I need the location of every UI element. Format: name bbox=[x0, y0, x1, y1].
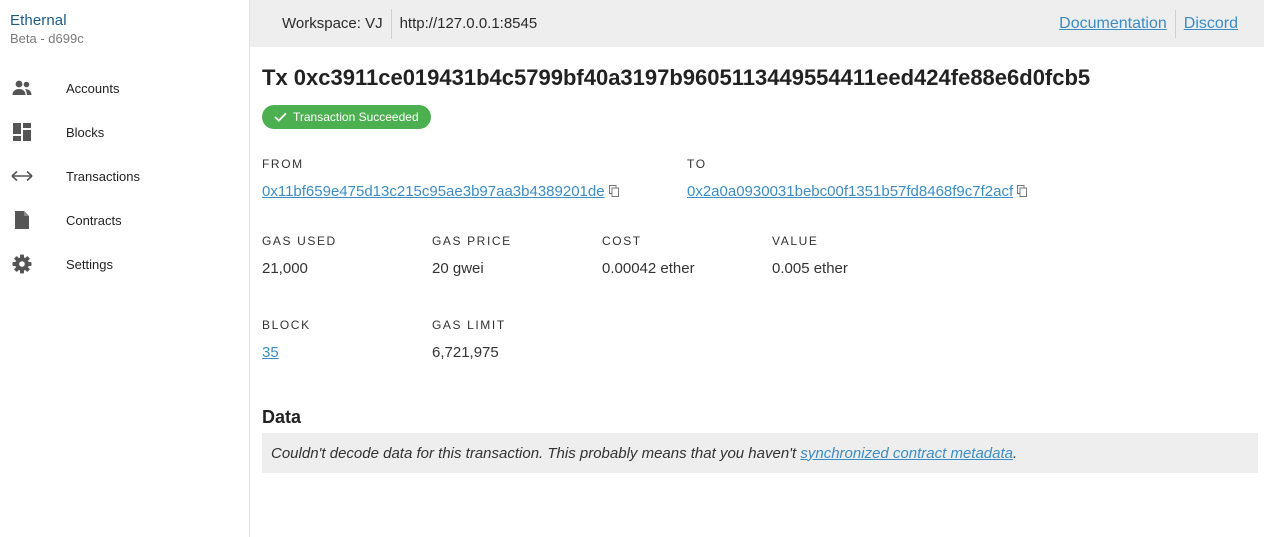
sidebar-item-contracts[interactable]: Contracts bbox=[0, 198, 249, 242]
check-icon bbox=[274, 112, 287, 122]
to-address-link[interactable]: 0x2a0a0930031bebc00f1351b57fd8468f9c7f2a… bbox=[687, 183, 1013, 200]
sync-metadata-link[interactable]: synchronized contract metadata bbox=[800, 445, 1013, 462]
to-field: 0x2a0a0930031bebc00f1351b57fd8468f9c7f2a… bbox=[687, 183, 1028, 201]
data-message-suffix: . bbox=[1013, 444, 1018, 462]
divider bbox=[390, 8, 392, 39]
dashboard-icon bbox=[11, 121, 33, 143]
cost-label: COST bbox=[602, 234, 642, 248]
sidebar-item-settings[interactable]: Settings bbox=[0, 242, 249, 286]
block-label: BLOCK bbox=[262, 318, 311, 332]
sidebar: Ethernal Beta - d699c Accounts Blocks Tr… bbox=[0, 0, 250, 537]
top-bar: Workspace: VJ http://127.0.0.1:8545 Docu… bbox=[250, 0, 1264, 47]
cost-value: 0.00042 ether bbox=[602, 260, 695, 277]
data-message-box: Couldn't decode data for this transactio… bbox=[262, 433, 1258, 473]
data-section-title: Data bbox=[262, 407, 302, 427]
discord-link[interactable]: Discord bbox=[1184, 15, 1238, 33]
app-name[interactable]: Ethernal bbox=[10, 12, 84, 29]
swap-arrows-icon bbox=[11, 165, 33, 187]
file-icon bbox=[11, 209, 33, 231]
sidebar-item-label: Blocks bbox=[66, 124, 105, 140]
from-field: 0x11bf659e475d13c215c95ae3b97aa3b4389201… bbox=[262, 183, 619, 201]
to-label: TO bbox=[687, 157, 707, 171]
data-message-text: Couldn't decode data for this transactio… bbox=[271, 444, 801, 462]
copy-icon[interactable] bbox=[608, 184, 619, 201]
from-address-link[interactable]: 0x11bf659e475d13c215c95ae3b97aa3b4389201… bbox=[262, 183, 605, 200]
page-title: Tx 0xc3911ce019431b4c5799bf40a3197b96051… bbox=[262, 65, 1091, 90]
status-badge: Transaction Succeeded bbox=[262, 105, 431, 129]
gas-limit-value: 6,721,975 bbox=[432, 344, 499, 361]
value-value: 0.005 ether bbox=[772, 260, 848, 277]
documentation-link[interactable]: Documentation bbox=[1059, 15, 1167, 33]
from-label: FROM bbox=[262, 157, 304, 171]
workspace-label[interactable]: Workspace: VJ bbox=[282, 9, 391, 39]
gas-price-label: GAS PRICE bbox=[432, 234, 512, 248]
gas-limit-label: GAS LIMIT bbox=[432, 318, 506, 332]
people-icon bbox=[11, 77, 33, 99]
sidebar-item-label: Contracts bbox=[66, 212, 122, 228]
sidebar-item-label: Settings bbox=[66, 256, 113, 272]
rpc-url: http://127.0.0.1:8545 bbox=[399, 15, 538, 32]
gas-price-value: 20 gwei bbox=[432, 260, 484, 277]
data-message: Couldn't decode data for this transactio… bbox=[271, 445, 1017, 462]
copy-icon[interactable] bbox=[1017, 184, 1028, 201]
sidebar-item-label: Transactions bbox=[66, 168, 140, 184]
app-version: Beta - d699c bbox=[10, 31, 84, 46]
gas-used-label: GAS USED bbox=[262, 234, 337, 248]
sidebar-item-blocks[interactable]: Blocks bbox=[0, 110, 249, 154]
sidebar-item-transactions[interactable]: Transactions bbox=[0, 154, 249, 198]
top-links: Documentation Discord bbox=[1059, 9, 1238, 38]
gas-used-value: 21,000 bbox=[262, 260, 308, 277]
status-text: Transaction Succeeded bbox=[293, 110, 419, 124]
gear-icon bbox=[11, 253, 33, 275]
block-link[interactable]: 35 bbox=[262, 344, 279, 361]
block-field: 35 bbox=[262, 344, 279, 361]
sidebar-item-accounts[interactable]: Accounts bbox=[0, 66, 249, 110]
sidebar-nav: Accounts Blocks Transactions Contracts S… bbox=[0, 66, 249, 286]
divider bbox=[1174, 9, 1176, 38]
sidebar-item-label: Accounts bbox=[66, 80, 120, 96]
brand: Ethernal Beta - d699c bbox=[10, 12, 84, 46]
value-label: VALUE bbox=[772, 234, 819, 248]
